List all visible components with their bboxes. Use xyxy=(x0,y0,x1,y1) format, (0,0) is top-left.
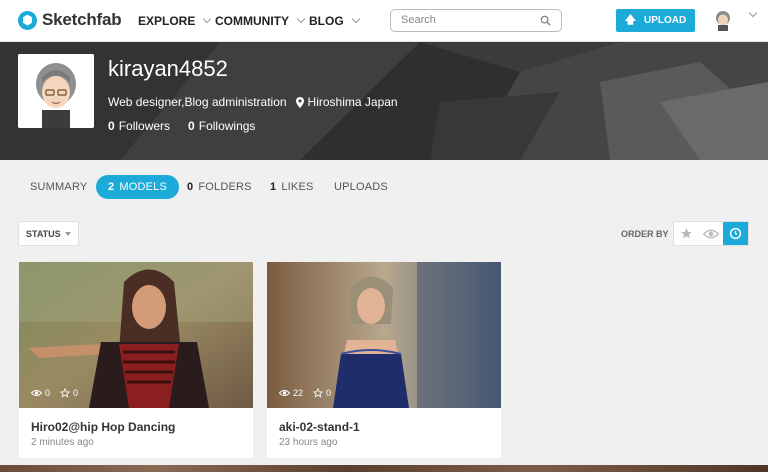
tab-likes-count: 1 xyxy=(270,181,277,193)
likes-stat[interactable]: 0 xyxy=(60,388,78,398)
views-count: 22 xyxy=(293,388,304,398)
tab-likes-label: LIKES xyxy=(281,181,314,193)
followers-link[interactable]: 0 Followers xyxy=(108,119,170,133)
likes-count: 0 xyxy=(73,388,79,398)
tab-summary[interactable]: SUMMARY xyxy=(30,175,87,199)
status-dropdown[interactable]: STATUS xyxy=(18,221,79,246)
order-by-recent-button[interactable] xyxy=(723,222,749,245)
sketchfab-logo-icon xyxy=(18,10,37,30)
model-preview-image xyxy=(19,262,253,408)
profile-username: kirayan4852 xyxy=(108,56,228,81)
sketchfab-logo[interactable]: Sketchfab xyxy=(18,10,122,30)
nav-community-label: COMMUNITY xyxy=(215,14,289,28)
search-input[interactable] xyxy=(401,14,531,26)
followings-count: 0 xyxy=(188,119,195,133)
upload-button[interactable]: 🡅 UPLOAD xyxy=(616,9,695,32)
model-time: 23 hours ago xyxy=(279,437,338,448)
star-icon xyxy=(680,228,692,239)
nav-explore-label: EXPLORE xyxy=(138,14,196,28)
nav-explore[interactable]: EXPLORE xyxy=(138,14,212,28)
followers-count: 0 xyxy=(108,119,115,133)
tab-uploads[interactable]: UPLOADS xyxy=(334,175,388,199)
model-card[interactable]: 0 0 Hiro02@hip Hop Dancing 2 minutes ago xyxy=(19,262,253,458)
followers-label: Followers xyxy=(118,119,171,133)
chevron-down-icon xyxy=(351,14,360,24)
nav-blog-label: BLOG xyxy=(309,14,344,28)
eye-icon xyxy=(703,229,719,238)
likes-stat[interactable]: 0 xyxy=(313,388,331,398)
order-by-views-button[interactable] xyxy=(699,222,724,245)
nav-community[interactable]: COMMUNITY xyxy=(215,14,306,28)
top-nav: Sketchfab EXPLORE COMMUNITY BLOG 🡅 UPLOA… xyxy=(0,0,768,42)
search-icon[interactable] xyxy=(540,15,551,26)
status-dropdown-label: STATUS xyxy=(26,228,61,239)
tab-models-label: MODELS xyxy=(119,181,167,193)
model-stats: 0 0 xyxy=(31,388,88,398)
profile-bio-line: Web designer,Blog administration Hiroshi… xyxy=(108,95,398,109)
model-stats: 22 0 xyxy=(279,388,341,398)
location-pin-icon xyxy=(295,96,304,108)
user-menu-chevron-icon[interactable] xyxy=(748,8,758,18)
tab-models[interactable]: 2 MODELS xyxy=(96,175,179,199)
model-preview-image xyxy=(267,262,501,408)
tab-folders-count: 0 xyxy=(187,181,194,193)
profile-follow-stats: 0 Followers 0 Followings xyxy=(108,119,255,133)
views-stat: 22 xyxy=(279,388,303,398)
order-by-buttons xyxy=(673,221,749,246)
profile-bio: Web designer,Blog administration xyxy=(108,95,287,109)
eye-icon xyxy=(279,390,290,396)
model-thumbnail[interactable]: 22 0 xyxy=(267,262,501,408)
model-title[interactable]: Hiro02@hip Hop Dancing xyxy=(31,420,175,434)
tab-uploads-label: UPLOADS xyxy=(334,181,388,193)
clock-icon xyxy=(730,227,742,240)
avatar-image xyxy=(712,9,734,31)
profile-location: Hiroshima Japan xyxy=(307,95,398,109)
likes-count: 0 xyxy=(326,388,332,398)
star-icon xyxy=(313,388,324,398)
dropdown-caret-icon xyxy=(65,232,71,236)
tab-folders-label: FOLDERS xyxy=(198,181,252,193)
tab-summary-label: SUMMARY xyxy=(30,181,88,193)
nav-blog[interactable]: BLOG xyxy=(309,14,360,28)
star-icon xyxy=(60,388,71,398)
chevron-down-icon xyxy=(296,14,306,24)
tab-models-count: 2 xyxy=(108,181,115,193)
model-card[interactable]: 22 0 aki-02-stand-1 23 hours ago xyxy=(267,262,501,458)
chevron-down-icon xyxy=(203,14,212,24)
followings-link[interactable]: 0 Followings xyxy=(188,119,255,133)
model-thumbnail[interactable]: 0 0 xyxy=(19,262,253,408)
model-time: 2 minutes ago xyxy=(31,437,94,448)
model-title[interactable]: aki-02-stand-1 xyxy=(279,420,360,434)
tab-likes[interactable]: 1 LIKES xyxy=(270,175,314,199)
profile-avatar-image xyxy=(18,54,94,128)
eye-icon xyxy=(31,390,42,396)
logo-text: Sketchfab xyxy=(42,10,122,29)
views-stat: 0 xyxy=(31,388,50,398)
order-by-label: ORDER BY xyxy=(621,229,669,239)
tab-folders[interactable]: 0 FOLDERS xyxy=(187,175,252,199)
profile-tabs: SUMMARY 2 MODELS 0 FOLDERS 1 LIKES UPLOADS xyxy=(0,175,768,199)
upload-label: UPLOAD xyxy=(644,15,687,26)
profile-header: kirayan4852 Web designer,Blog administra… xyxy=(0,42,768,160)
user-avatar[interactable] xyxy=(712,9,734,31)
upload-arrow-icon: 🡅 xyxy=(624,14,637,26)
next-row-preview-strip xyxy=(0,465,768,472)
views-count: 0 xyxy=(45,388,51,398)
profile-avatar[interactable] xyxy=(18,54,94,128)
followings-label: Followings xyxy=(198,119,256,133)
search-box xyxy=(390,9,562,32)
order-by-likes-button[interactable] xyxy=(674,222,699,245)
